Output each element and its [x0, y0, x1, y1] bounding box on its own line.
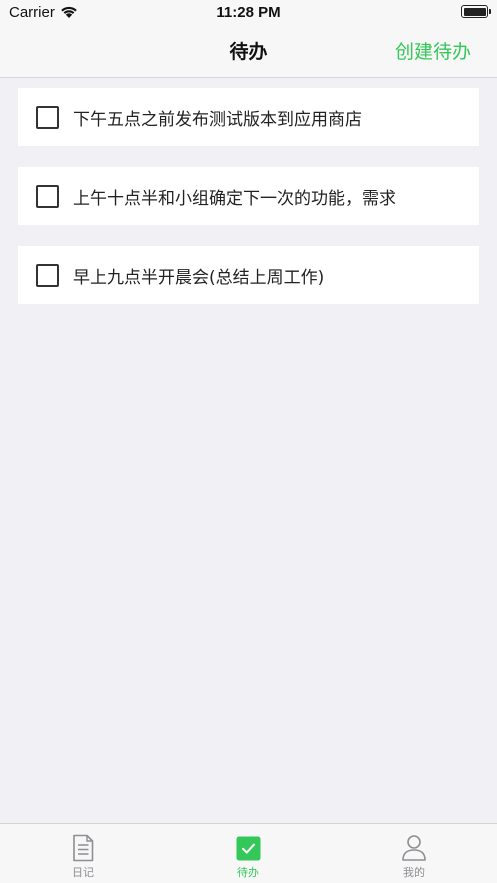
todo-item[interactable]: 上午十点半和小组确定下一次的功能，需求: [18, 167, 479, 225]
todo-text: 下午五点之前发布测试版本到应用商店: [73, 110, 362, 130]
navigation-bar: 待办 创建待办: [0, 26, 497, 78]
document-icon: [70, 834, 96, 862]
tab-label: 日记: [72, 866, 94, 879]
tab-label: 待办: [237, 866, 259, 879]
todo-checkbox[interactable]: [36, 106, 59, 129]
create-todo-button[interactable]: 创建待办: [395, 37, 471, 64]
todo-list: 下午五点之前发布测试版本到应用商店 上午十点半和小组确定下一次的功能，需求 早上…: [18, 88, 479, 325]
checkbox-icon: [235, 834, 261, 862]
todo-item[interactable]: 早上九点半开晨会(总结上周工作): [18, 246, 479, 304]
person-icon: [401, 834, 427, 862]
todo-text: 上午十点半和小组确定下一次的功能，需求: [73, 189, 396, 209]
todo-checkbox[interactable]: [36, 264, 59, 287]
tab-profile[interactable]: 我的: [331, 824, 497, 883]
clock-time: 11:28 PM: [216, 4, 281, 21]
todo-text: 早上九点半开晨会(总结上周工作): [73, 268, 325, 288]
tab-bar: 日记 待办 我的: [0, 823, 497, 883]
tab-todo[interactable]: 待办: [165, 824, 331, 883]
todo-item[interactable]: 下午五点之前发布测试版本到应用商店: [18, 88, 479, 146]
battery-icon: [461, 5, 491, 18]
todo-checkbox[interactable]: [36, 185, 59, 208]
tab-label: 我的: [403, 866, 425, 879]
tab-diary[interactable]: 日记: [0, 824, 166, 883]
status-bar: Carrier 11:28 PM: [0, 0, 497, 26]
